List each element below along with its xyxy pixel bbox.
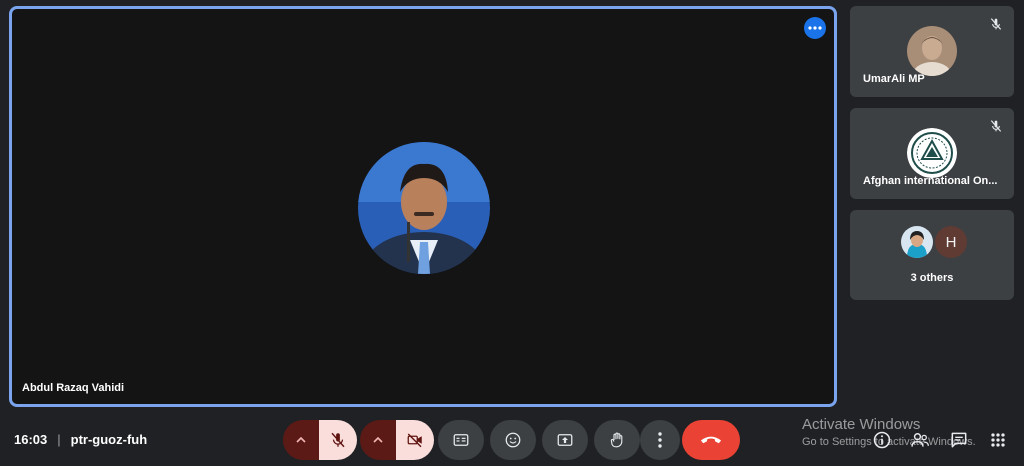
participant-avatar [907, 26, 957, 76]
mic-control-group [283, 420, 357, 460]
tile-more-options-button[interactable] [804, 17, 826, 39]
mic-off-icon [990, 18, 1002, 30]
participant-tile-afghan-international[interactable]: Afghan international On... [850, 108, 1014, 199]
participant-name: Afghan international On... [863, 175, 998, 187]
closed-caption-icon [453, 434, 469, 446]
info-icon[interactable] [872, 430, 892, 450]
more-vert-icon [658, 432, 662, 448]
toggle-microphone-button[interactable] [319, 420, 357, 460]
organization-logo [907, 128, 957, 178]
more-options-button[interactable] [640, 420, 680, 460]
activities-icon[interactable] [988, 430, 1008, 450]
participant-tile-umarali[interactable]: UmarAli MP [850, 6, 1014, 97]
toggle-camera-button[interactable] [396, 420, 434, 460]
participant-initial-avatar: H [935, 226, 967, 258]
captions-button[interactable] [438, 420, 484, 460]
emoji-icon [505, 432, 521, 448]
participant-name: UmarAli MP [863, 73, 925, 85]
chevron-up-icon [296, 437, 306, 443]
chevron-up-icon [373, 437, 383, 443]
others-avatars: H [901, 226, 967, 258]
hand-icon [610, 432, 623, 448]
participant-avatar [901, 226, 933, 258]
chat-icon[interactable] [949, 430, 969, 450]
main-video-tile[interactable]: Abdul Razaq Vahidi [9, 6, 837, 407]
speaker-avatar [358, 142, 490, 274]
mic-off-icon [331, 432, 345, 448]
people-icon[interactable] [910, 430, 930, 450]
speaker-name-label: Abdul Razaq Vahidi [22, 382, 125, 394]
call-end-icon [700, 436, 722, 444]
present-screen-icon [557, 434, 573, 446]
videocam-off-icon [407, 433, 422, 448]
others-tile[interactable]: H 3 others [850, 210, 1014, 300]
raise-hand-button[interactable] [594, 420, 640, 460]
camera-control-group [360, 420, 434, 460]
video-options-button[interactable] [360, 420, 396, 460]
present-now-button[interactable] [542, 420, 588, 460]
others-count-label: 3 others [910, 272, 954, 284]
mic-off-icon [990, 120, 1002, 132]
more-horiz-icon [808, 26, 822, 30]
leave-call-button[interactable] [682, 420, 740, 460]
send-reaction-button[interactable] [490, 420, 536, 460]
audio-options-button[interactable] [283, 420, 319, 460]
